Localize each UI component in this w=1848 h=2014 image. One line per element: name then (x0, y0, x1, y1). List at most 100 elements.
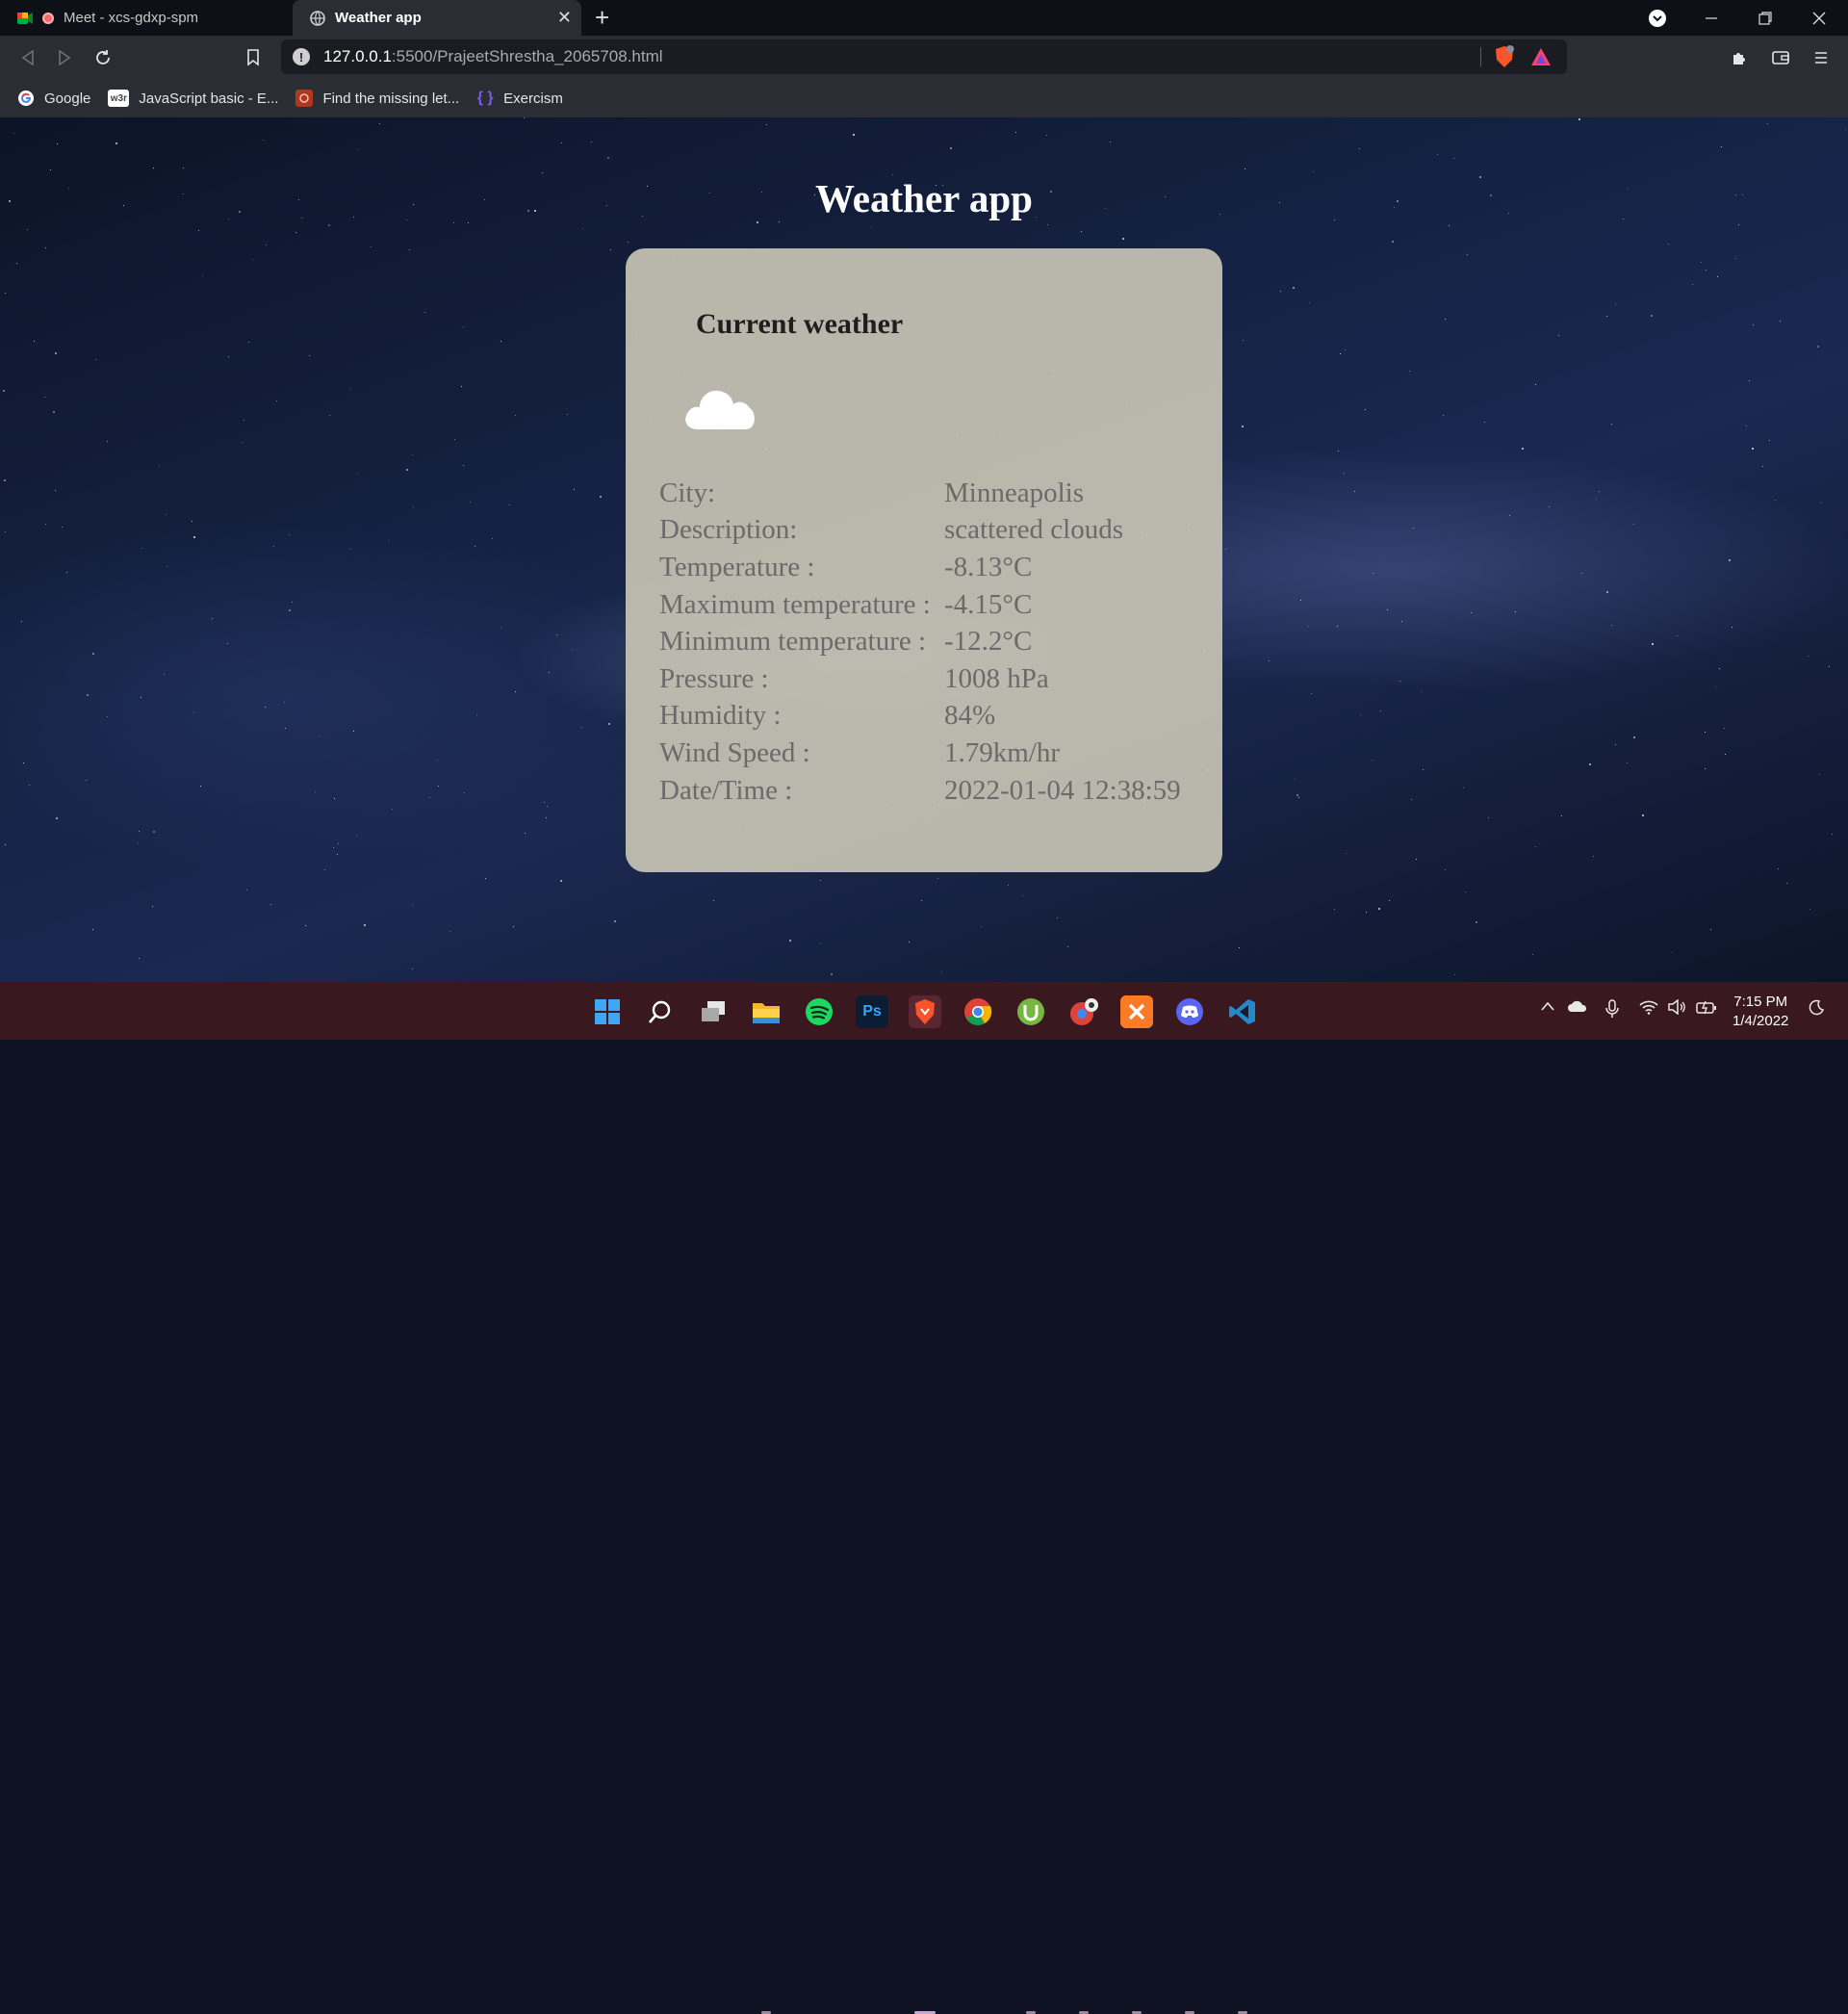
brave-shields-icon[interactable] (1494, 45, 1515, 73)
tab-title: Meet - xcs-gdxp-spm (64, 10, 199, 26)
vscode-icon[interactable] (1226, 995, 1259, 1028)
bookmark-label: JavaScript basic - E... (139, 90, 279, 107)
clock-date: 1/4/2022 (1732, 1013, 1789, 1029)
chrome-icon[interactable] (962, 995, 994, 1028)
reload-icon (96, 50, 110, 65)
detail-row-temperature: Temperature : -8.13°C (659, 549, 1181, 586)
detail-row-wind-speed: Wind Speed : 1.79km/hr (659, 735, 1181, 772)
tab-title: Weather app (335, 10, 422, 26)
hamburger-menu-icon (1815, 52, 1827, 64)
brave-rewards-icon[interactable] (1530, 47, 1552, 71)
row-label: Minimum temperature : (659, 626, 927, 658)
address-bar[interactable]: ! 127.0.0.1:5500/PrajeetShrestha_2065708… (281, 39, 1567, 74)
onedrive-icon[interactable] (1567, 999, 1588, 1018)
close-window-button[interactable] (1792, 0, 1846, 36)
xampp-icon[interactable] (1120, 995, 1153, 1028)
new-tab-button[interactable]: + (595, 4, 609, 31)
battery-icon[interactable] (1696, 999, 1717, 1020)
browser-toolbar: ! 127.0.0.1:5500/PrajeetShrestha_2065708… (0, 36, 1848, 79)
page-title: Weather app (815, 176, 1033, 220)
clock-time: 7:15 PM (1733, 994, 1788, 1010)
bookmark-button[interactable] (239, 43, 268, 72)
tab-search-button[interactable] (1630, 0, 1684, 36)
microphone-icon[interactable] (1605, 999, 1619, 1023)
card-heading: Current weather (696, 308, 904, 340)
weather-details: City: Minneapolis Description: scattered… (659, 475, 1181, 809)
globe-icon (310, 10, 325, 26)
row-value: 1008 hPa (944, 662, 1049, 694)
menu-button[interactable] (1807, 43, 1835, 72)
row-label: Wind Speed : (659, 736, 810, 768)
google-meet-icon (17, 11, 33, 26)
bookmark-google[interactable]: Google (17, 90, 90, 107)
back-button[interactable] (13, 43, 42, 72)
brave-icon[interactable] (909, 995, 941, 1028)
chevron-up-icon[interactable] (1540, 999, 1555, 1017)
weather-page: Weather app Current weather City: Minnea… (0, 117, 1848, 982)
detail-row-humidity: Humidity : 84% (659, 698, 1181, 736)
restore-button[interactable] (1738, 0, 1792, 36)
row-label: Description: (659, 514, 798, 546)
search-icon[interactable] (644, 995, 677, 1028)
volume-icon[interactable] (1667, 998, 1686, 1020)
spotify-icon[interactable] (803, 995, 835, 1028)
tab-weather-app[interactable]: Weather app ✕ (293, 0, 581, 36)
bookmark-find-missing[interactable]: Find the missing let... (295, 90, 459, 107)
wifi-icon[interactable] (1639, 999, 1658, 1020)
w3r-icon: w3r (108, 90, 130, 107)
puzzle-icon (1733, 53, 1745, 65)
row-label: Maximum temperature : (659, 588, 931, 620)
close-icon (1812, 12, 1826, 24)
bookmark-exercism[interactable]: { } Exercism (476, 90, 563, 107)
bookmark-label: Google (44, 90, 91, 107)
restore-icon (1758, 11, 1772, 25)
notification-icon[interactable] (1808, 999, 1825, 1021)
forward-button[interactable] (50, 43, 79, 72)
wallet-button[interactable] (1766, 43, 1795, 72)
bookmarks-bar: Google w3r JavaScript basic - E... Find … (0, 79, 1848, 117)
url-host: 127.0.0.1 (323, 47, 392, 65)
row-value: -12.2°C (944, 626, 1033, 658)
row-label: Date/Time : (659, 774, 793, 806)
row-label: Humidity : (659, 700, 782, 732)
file-explorer-icon[interactable] (750, 995, 783, 1028)
utorrent-icon[interactable] (1014, 995, 1047, 1028)
system-clock[interactable]: 7:15 PM 1/4/2022 (1732, 993, 1788, 1031)
windows-start-icon[interactable] (591, 995, 624, 1028)
task-view-icon[interactable] (697, 995, 730, 1028)
bookmark-javascript-basic[interactable]: w3r JavaScript basic - E... (108, 90, 278, 107)
tab-strip: Meet - xcs-gdxp-spm Weather app ✕ + (0, 0, 1848, 36)
detail-row-pressure: Pressure : 1008 hPa (659, 660, 1181, 698)
row-label: City: (659, 477, 716, 508)
cloud-icon (682, 381, 757, 436)
forward-arrow-icon (59, 50, 71, 65)
detail-row-max-temperature: Maximum temperature : -4.15°C (659, 586, 1181, 624)
site-info-icon[interactable]: ! (293, 48, 310, 65)
detail-row-description: Description: scattered clouds (659, 512, 1181, 550)
reload-button[interactable] (89, 43, 117, 72)
detail-row-min-temperature: Minimum temperature : -12.2°C (659, 623, 1181, 660)
extensions-button[interactable] (1725, 43, 1754, 72)
row-value: scattered clouds (944, 514, 1124, 546)
row-label: Temperature : (659, 551, 815, 582)
discord-icon[interactable] (1173, 995, 1206, 1028)
back-arrow-icon (21, 50, 34, 65)
row-value: -4.15°C (944, 588, 1033, 620)
chrome-profile-icon[interactable] (1067, 995, 1100, 1028)
close-tab-icon[interactable]: ✕ (557, 8, 572, 28)
row-value: 84% (944, 700, 996, 732)
row-value: 2022-01-04 12:38:59 (944, 774, 1181, 806)
minimize-button[interactable] (1684, 0, 1738, 36)
divider (1480, 47, 1481, 66)
photoshop-icon[interactable]: Ps (856, 995, 888, 1028)
codewars-icon (295, 90, 314, 107)
row-value: Minneapolis (944, 477, 1084, 508)
bookmark-label: Find the missing let... (322, 90, 460, 107)
recording-dot-icon (42, 12, 54, 24)
exercism-icon: { } (476, 90, 494, 106)
google-icon (17, 90, 35, 107)
chevron-down-icon (1649, 9, 1666, 27)
taskbar: Ps 7:15 PM 1/4/2022 (0, 982, 1848, 2014)
tab-meet[interactable]: Meet - xcs-gdxp-spm (0, 0, 289, 36)
weather-card: Current weather City: Minneapolis Descri… (626, 248, 1222, 872)
